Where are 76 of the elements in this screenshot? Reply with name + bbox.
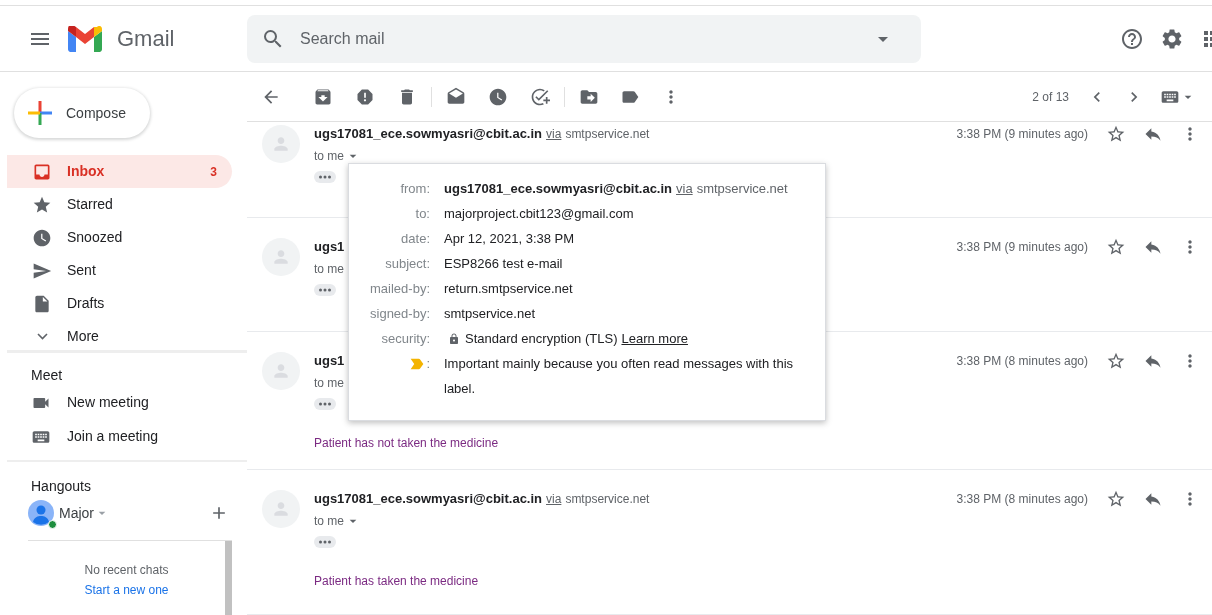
star-icon[interactable] (1106, 489, 1126, 509)
settings-icon[interactable] (1160, 26, 1184, 51)
sidebar-item[interactable]: Sent (7, 254, 232, 287)
field-label: : (426, 355, 430, 373)
message-time: 3:38 PM (9 minutes ago) (956, 239, 1088, 256)
recipient-text: to me (314, 260, 344, 278)
field-value: majorproject.cbit123@gmail.com (444, 206, 634, 221)
lock-icon (448, 332, 460, 345)
recipient-text: to me (314, 147, 344, 165)
meet-item[interactable]: Join a meeting (31, 420, 247, 453)
field-value: Standard encryption (TLS) (465, 330, 618, 348)
start-chat-link[interactable]: Start a new one (84, 580, 169, 600)
field-value: smtpservice.net (444, 306, 536, 321)
app-name: Gmail (117, 25, 175, 53)
learn-more-link[interactable]: Learn more (621, 326, 688, 351)
message-body: Patient has not taken the medicine (314, 435, 500, 452)
pager-text: 2 of 13 (1032, 88, 1069, 106)
meet-item[interactable]: New meeting (31, 386, 247, 419)
ellipsis-icon[interactable] (314, 170, 336, 183)
recipient-text: to me (314, 512, 344, 530)
field-value: Important mainly because you often read messages with this label. (444, 356, 793, 396)
empty-chats-text: No recent chats (84, 562, 169, 579)
scrollbar[interactable] (225, 541, 232, 615)
open-envelope-icon[interactable] (446, 86, 466, 107)
plus-icon (28, 101, 52, 125)
field-value: Apr 12, 2021, 3:38 PM (444, 231, 575, 246)
message-time: 3:38 PM (8 minutes ago) (956, 491, 1088, 508)
field-value: ESP8266 test e-mail (444, 256, 563, 271)
sidebar-item[interactable]: Starred (7, 188, 232, 221)
message-time: 3:38 PM (9 minutes ago) (956, 126, 1088, 143)
section-heading: Hangouts (30, 477, 92, 496)
field-value: return.smtpservice.net (444, 281, 573, 296)
sidebar-item[interactable]: Inbox 3 (7, 155, 232, 188)
message-time: 3:38 PM (8 minutes ago) (956, 353, 1088, 370)
field-label: from: (400, 180, 430, 198)
add-task-icon[interactable] (530, 86, 550, 107)
clock-icon (32, 227, 52, 248)
avatar-icon (28, 500, 54, 526)
recipient-text: to me (314, 374, 344, 392)
search-field[interactable]: Search mail (247, 14, 921, 63)
sender-email: ugs17081_ece.sowmyasri@cbit.ac.in (314, 125, 543, 144)
file-icon (32, 293, 52, 314)
help-icon[interactable] (1120, 26, 1144, 51)
search-input[interactable]: Search mail (300, 26, 871, 51)
chevron-down-icon[interactable] (36, 333, 48, 340)
section-heading: Meet (31, 366, 64, 385)
message-body: Patient has taken the medicine (314, 573, 480, 590)
sidebar-item[interactable]: Snoozed (7, 221, 232, 254)
field-label: to: (415, 205, 430, 223)
sidebar-item[interactable]: Drafts (7, 287, 232, 320)
service-name: smtpservice.net (696, 180, 788, 198)
ellipsis-icon[interactable] (314, 283, 336, 296)
gmail-logo-icon (68, 25, 102, 52)
field-value: ugs17081_ece.sowmyasri@cbit.ac.in (444, 180, 673, 198)
sender-email: ugs1 (314, 352, 345, 371)
star-icon[interactable] (1106, 351, 1126, 371)
ellipsis-icon[interactable] (314, 535, 336, 548)
compose-button[interactable]: Compose (14, 88, 150, 138)
field-label: date: (401, 230, 430, 248)
field-label: signed-by: (370, 305, 430, 323)
service-name: smtpservice.net (565, 126, 650, 143)
star-icon[interactable] (1106, 124, 1126, 144)
via-link[interactable]: via (546, 490, 562, 508)
clock-icon[interactable] (488, 86, 508, 107)
field-label: subject: (385, 255, 430, 273)
sender-email: ugs1 (314, 238, 345, 257)
via-link[interactable]: via (676, 176, 693, 201)
user-name[interactable]: Major (59, 502, 94, 524)
sender-email: ugs17081_ece.sowmyasri@cbit.ac.in (314, 490, 543, 509)
star-icon[interactable] (1106, 237, 1126, 257)
field-label: security: (381, 330, 430, 348)
sidebar-item[interactable]: More (7, 320, 232, 353)
ellipsis-icon[interactable] (314, 397, 336, 410)
field-label: mailed-by: (370, 280, 430, 298)
service-name: smtpservice.net (565, 491, 650, 508)
via-link[interactable]: via (546, 125, 562, 143)
